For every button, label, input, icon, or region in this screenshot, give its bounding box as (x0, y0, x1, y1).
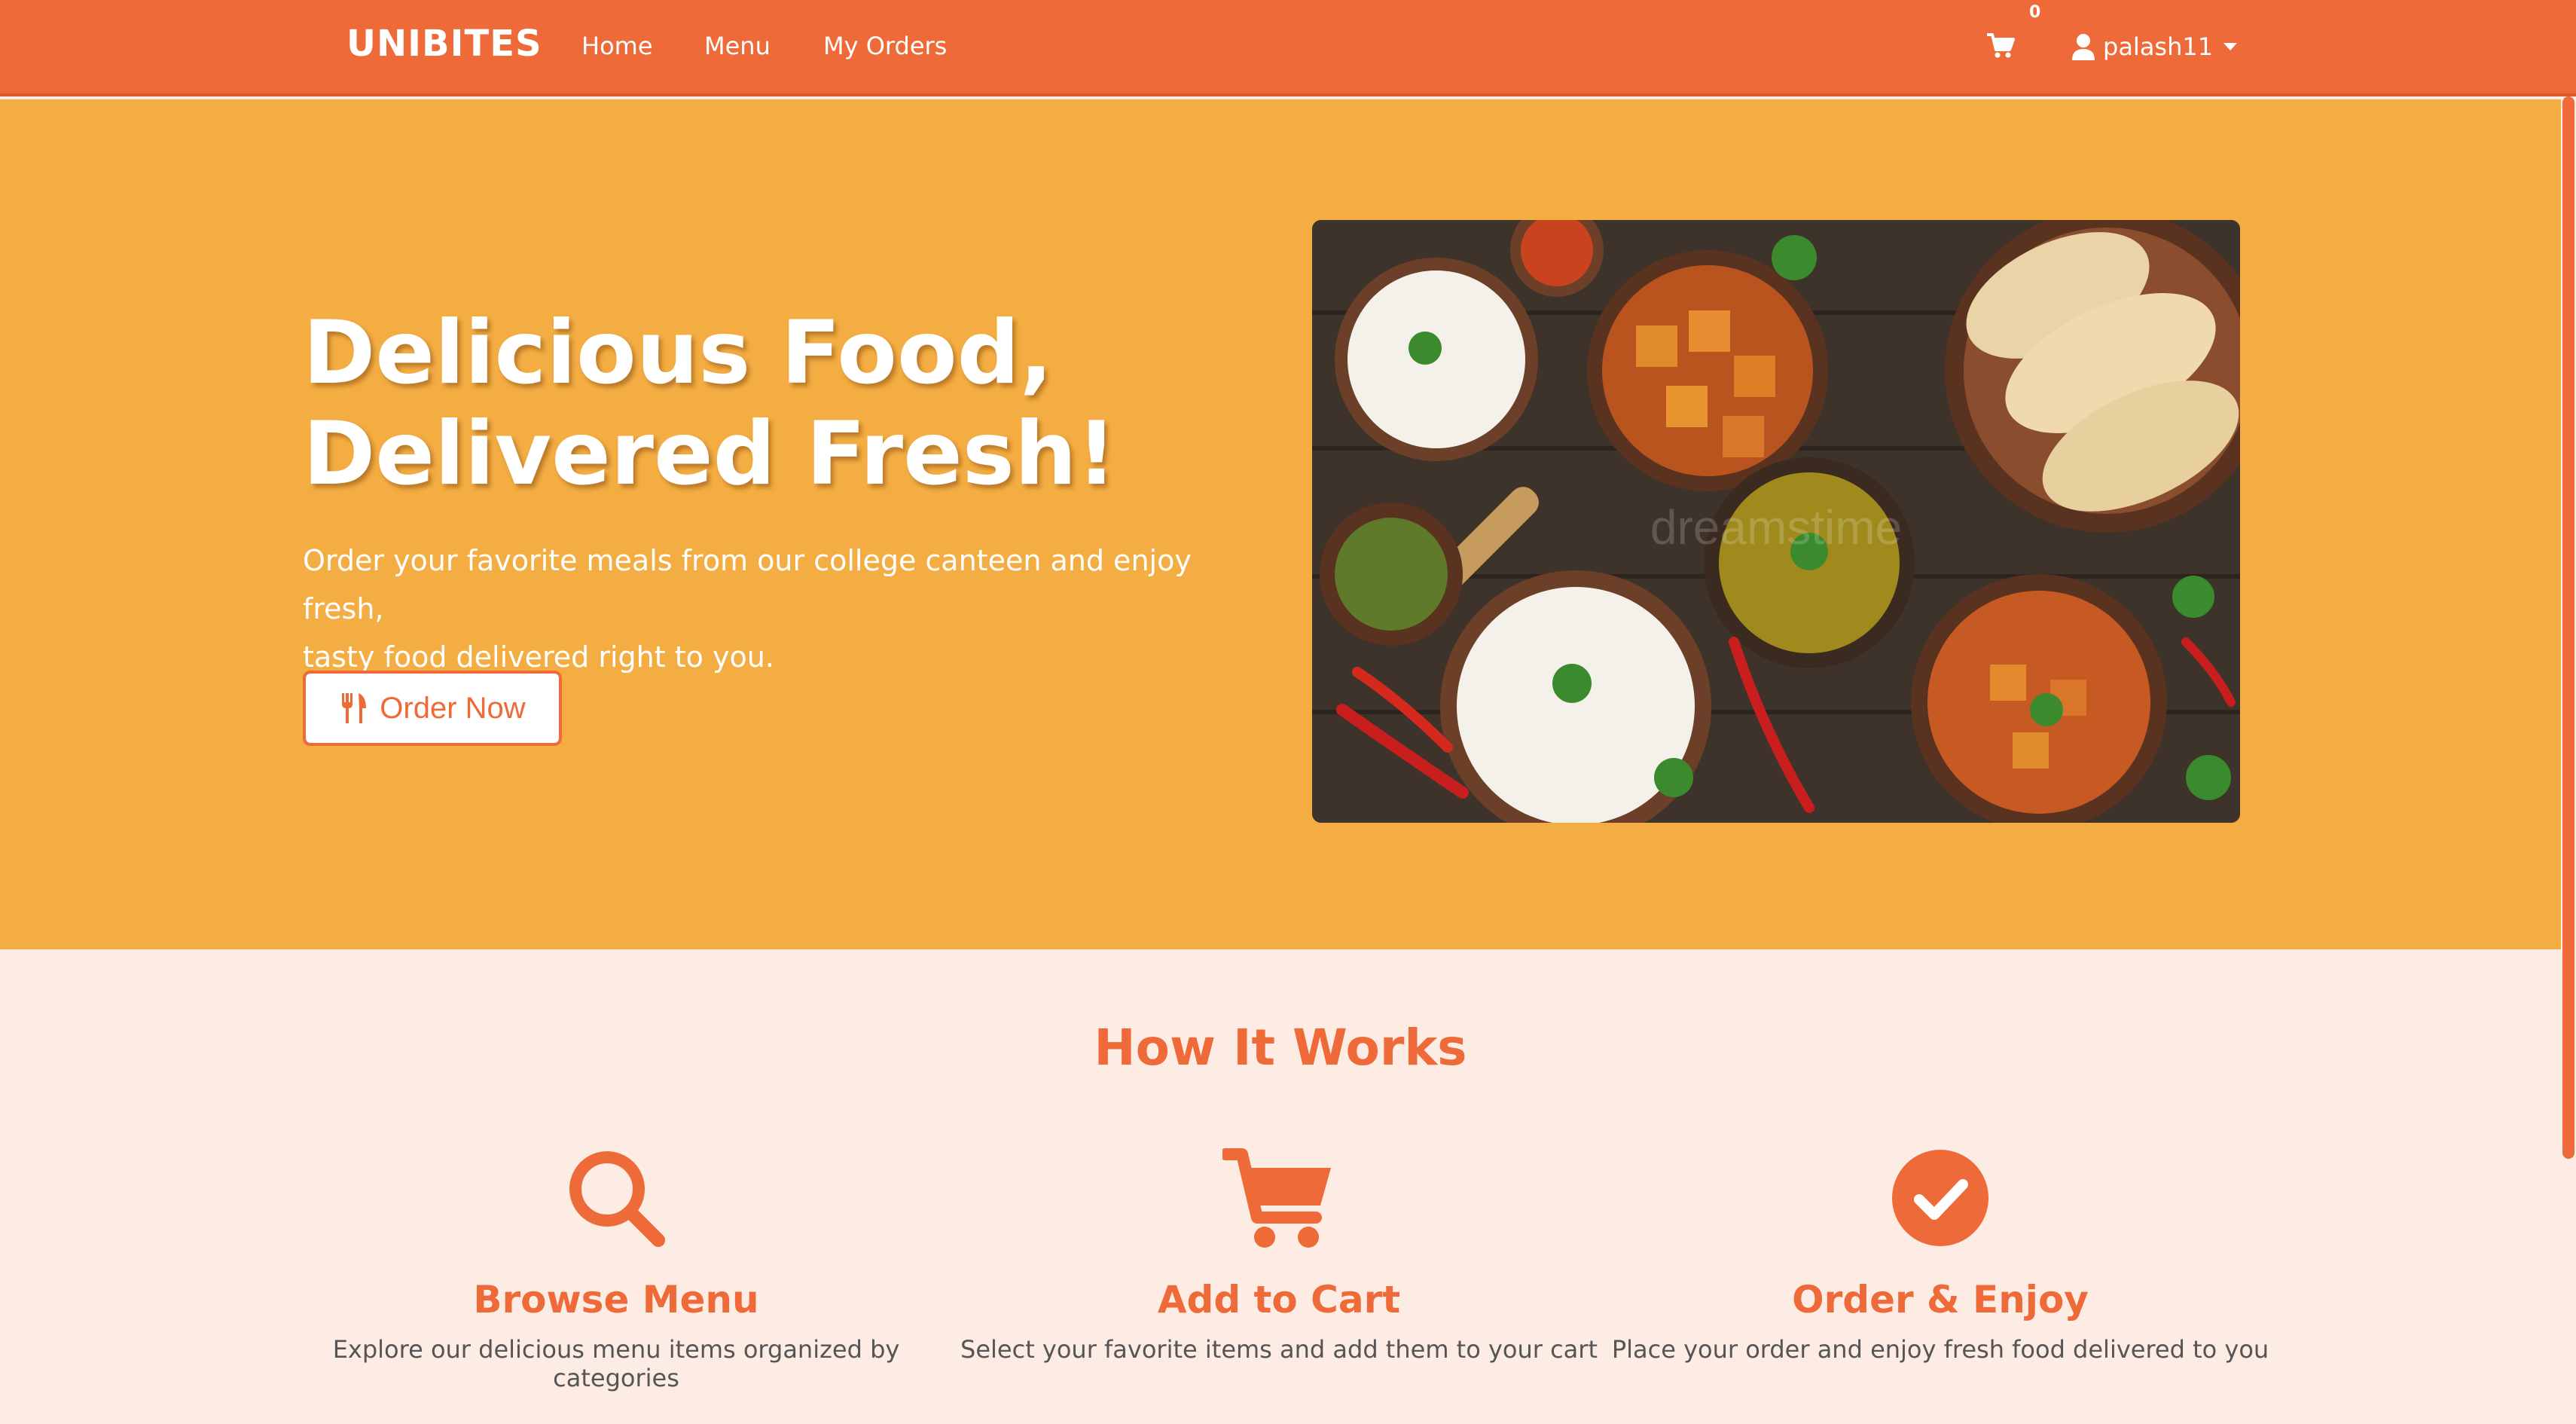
hero-title-line-1: Delicious Food, (303, 302, 1053, 404)
hero-subtitle-line-1: Order your favorite meals from our colle… (303, 544, 1192, 625)
search-icon (569, 1151, 665, 1247)
step-add-to-cart: Add to Cart Select your favorite items a… (940, 1145, 1618, 1364)
hero-section: Delicious Food, Delivered Fresh! Order y… (0, 99, 2561, 949)
utensils-icon (342, 693, 367, 723)
how-it-works-title: How It Works (1094, 1019, 1467, 1077)
step-description: Select your favorite items and add them … (960, 1335, 1598, 1364)
nav-link-home[interactable]: Home (581, 32, 653, 60)
step-description: Place your order and enjoy fresh food de… (1611, 1335, 2269, 1364)
step-title: Browse Menu (473, 1278, 759, 1322)
hero-title-line-2: Delivered Fresh! (303, 403, 1117, 505)
step-browse-menu: Browse Menu Explore our delicious menu i… (277, 1145, 955, 1392)
check-circle-icon (1892, 1150, 1988, 1246)
cart-icon (1222, 1148, 1331, 1248)
cart-count-badge: 0 (2029, 3, 2041, 22)
hero-subtitle-line-2: tasty food delivered right to you. (303, 640, 774, 674)
step-order-enjoy: Order & Enjoy Place your order and enjoy… (1601, 1145, 2279, 1364)
user-name: palash11 (2103, 32, 2214, 61)
image-watermark: dreamstime (1650, 500, 1902, 555)
order-now-button[interactable]: Order Now (303, 671, 562, 746)
hero-title: Delicious Food, Delivered Fresh! (303, 303, 1282, 505)
step-title: Order & Enjoy (1792, 1278, 2089, 1322)
brand-logo[interactable]: UNIBITES (346, 23, 542, 65)
scrollbar-thumb[interactable] (2562, 96, 2574, 1159)
hero-subtitle: Order your favorite meals from our colle… (303, 536, 1244, 681)
page-scrollbar[interactable] (2561, 96, 2576, 1424)
user-icon (2072, 34, 2095, 60)
step-description: Explore our delicious menu items organiz… (332, 1335, 900, 1392)
cart-icon[interactable] (1985, 30, 2016, 60)
hero-food-image: dreamstime (1312, 220, 2240, 823)
nav-link-my-orders[interactable]: My Orders (823, 32, 947, 60)
order-now-label: Order Now (380, 691, 526, 725)
step-title: Add to Cart (1157, 1278, 1401, 1322)
chevron-down-icon (2223, 43, 2238, 50)
navbar: UNIBITES Home Menu My Orders 0 palash11 (0, 0, 2576, 96)
nav-link-menu[interactable]: Menu (704, 32, 771, 60)
user-menu-dropdown[interactable]: palash11 (2071, 30, 2238, 63)
